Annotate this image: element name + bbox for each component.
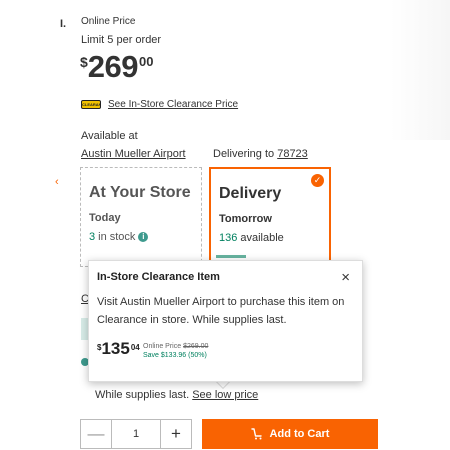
store-stock-status: 3 in stock i	[89, 231, 193, 243]
info-icon[interactable]: i	[138, 232, 149, 242]
order-limit-text: Limit 5 per order	[81, 34, 162, 46]
decrease-quantity-button[interactable]: —	[81, 420, 111, 448]
available-count: 136	[219, 232, 238, 244]
delivering-prefix: Delivering to	[213, 148, 275, 160]
price-dollars: 269	[87, 49, 139, 84]
supplies-row: While supplies last. See low price	[95, 389, 258, 401]
delivery-card[interactable]: ✓ Delivery Tomorrow 136 available	[209, 167, 331, 267]
left-edge-mark: I.	[60, 18, 67, 30]
increase-quantity-button[interactable]: +	[161, 420, 191, 448]
see-low-price-link[interactable]: See low price	[192, 389, 258, 401]
store-card-title: At Your Store	[89, 184, 191, 201]
left-panel-edge: I. ‹	[0, 0, 72, 450]
right-panel-shade	[390, 0, 450, 140]
supplies-text: While supplies last.	[95, 389, 190, 401]
clearance-price-cents: 04	[130, 343, 140, 352]
add-to-cart-label: Add to Cart	[269, 428, 330, 440]
online-price-original: $269.00	[183, 343, 209, 350]
delivery-availability: 136 available	[219, 232, 321, 244]
price-cents: 00	[139, 54, 154, 69]
clearance-tag-icon: CLEARANCE	[81, 100, 101, 109]
clearance-popover: In-Store Clearance Item × Visit Austin M…	[88, 260, 363, 382]
clearance-price: $ 135 04	[97, 340, 140, 358]
popover-online-price: Online Price $269.00	[143, 343, 208, 350]
zip-code-link[interactable]: 78723	[277, 148, 308, 160]
available-suffix: available	[240, 232, 284, 244]
delivery-card-subtitle: Tomorrow	[219, 213, 272, 225]
add-to-cart-button[interactable]: Add to Cart	[202, 419, 378, 449]
product-price: $ 269 00	[80, 50, 154, 84]
store-card-subtitle: Today	[89, 212, 121, 224]
cart-icon	[250, 428, 262, 440]
delivering-to-label: Delivering to 78723	[213, 148, 308, 160]
quantity-stepper: — +	[80, 419, 192, 449]
clearance-row: CLEARANCE See In-Store Clearance Price	[81, 99, 238, 110]
hidden-text-peek	[216, 255, 246, 258]
store-name-link[interactable]: Austin Mueller Airport	[81, 148, 186, 160]
quantity-input[interactable]	[111, 420, 161, 448]
stock-count: 3	[89, 231, 96, 243]
clearance-price-dollars: 135	[101, 339, 130, 358]
stock-suffix: in stock	[98, 231, 136, 243]
price-currency: $	[80, 54, 88, 70]
popover-title: In-Store Clearance Item	[97, 271, 220, 283]
online-price-label: Online Price	[81, 16, 136, 27]
delivery-card-title: Delivery	[219, 185, 282, 202]
available-at-label: Available at	[81, 130, 138, 142]
savings-text: Save $133.96 (50%)	[143, 352, 207, 359]
popover-body: Visit Austin Mueller Airport to purchase…	[97, 296, 345, 326]
carousel-prev-icon[interactable]: ‹	[55, 176, 59, 188]
close-icon[interactable]: ×	[341, 270, 350, 285]
store-pickup-card[interactable]: At Your Store Today 3 in stock i	[80, 167, 202, 267]
online-price-prefix: Online Price	[143, 343, 182, 350]
checkmark-icon: ✓	[311, 174, 324, 187]
see-clearance-price-link[interactable]: See In-Store Clearance Price	[108, 99, 238, 110]
